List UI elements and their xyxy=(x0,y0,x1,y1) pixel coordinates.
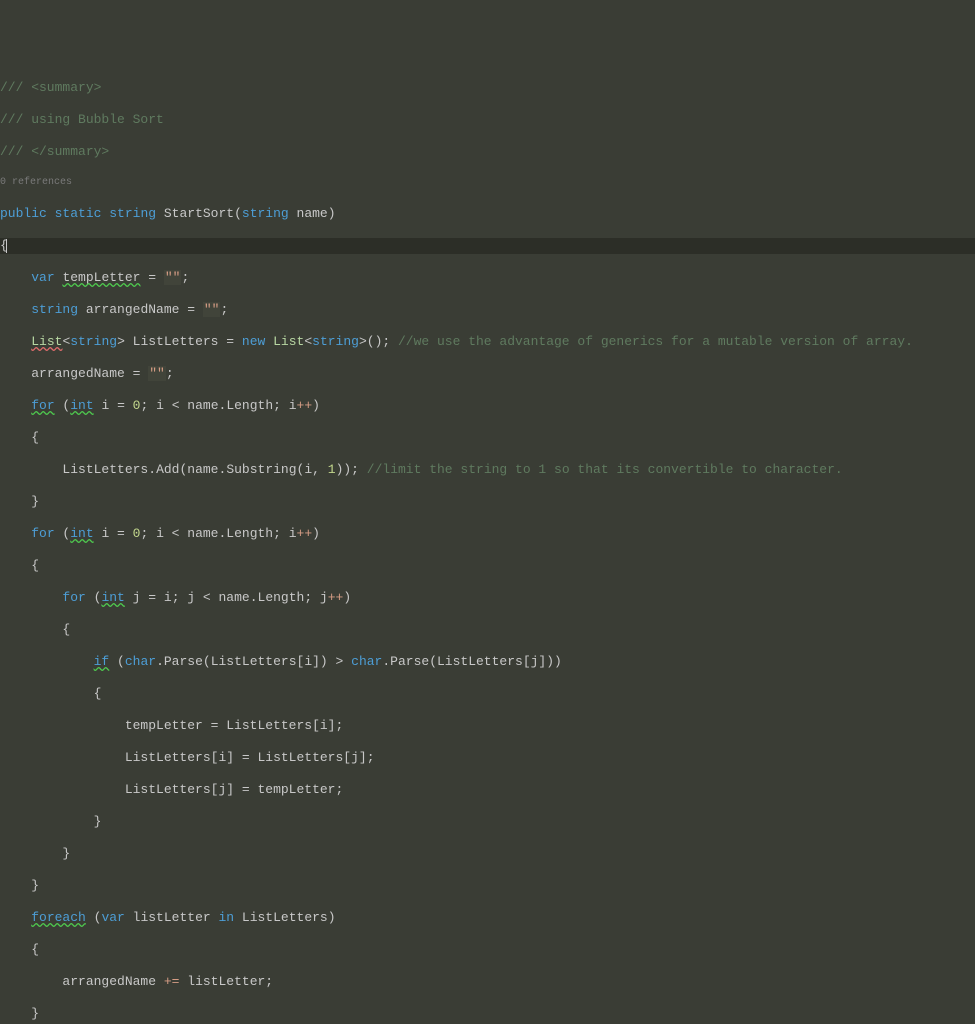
code-line: arrangedName = ""; xyxy=(0,366,975,382)
method-signature: public static string StartSort(string na… xyxy=(0,206,975,222)
code-line: tempLetter = ListLetters[i]; xyxy=(0,718,975,734)
comment: //limit the string to 1 so that its conv… xyxy=(367,462,843,477)
string-literal: "" xyxy=(164,270,182,285)
string-literal: "" xyxy=(148,366,166,381)
code-line: { xyxy=(0,942,975,958)
keyword-if: if xyxy=(94,654,110,669)
code-line: ListLetters[i] = ListLetters[j]; xyxy=(0,750,975,766)
code-line-current: { xyxy=(0,238,975,254)
code-line: arrangedName += listLetter; xyxy=(0,974,975,990)
code-line: /// <summary> xyxy=(0,80,975,96)
code-line: } xyxy=(0,846,975,862)
code-line: /// </summary> xyxy=(0,144,975,160)
code-line: List<string> ListLetters = new List<stri… xyxy=(0,334,975,350)
code-line: foreach (var listLetter in ListLetters) xyxy=(0,910,975,926)
code-line: } xyxy=(0,814,975,830)
code-line: for (int j = i; j < name.Length; j++) xyxy=(0,590,975,606)
code-line: { xyxy=(0,558,975,574)
code-line: { xyxy=(0,622,975,638)
codelens-references[interactable]: 0 references xyxy=(0,176,975,190)
code-line: var tempLetter = ""; xyxy=(0,270,975,286)
code-line: for (int i = 0; i < name.Length; i++) xyxy=(0,526,975,542)
code-line: } xyxy=(0,1006,975,1022)
type-list: List xyxy=(31,334,62,349)
keyword-foreach: foreach xyxy=(31,910,86,925)
code-line: /// using Bubble Sort xyxy=(0,112,975,128)
code-line: ListLetters.Add(name.Substring(i, 1)); /… xyxy=(0,462,975,478)
code-line: } xyxy=(0,878,975,894)
code-line: for (int i = 0; i < name.Length; i++) xyxy=(0,398,975,414)
code-line: if (char.Parse(ListLetters[i]) > char.Pa… xyxy=(0,654,975,670)
xml-doc-comment: /// <summary> xyxy=(0,80,101,95)
code-line: } xyxy=(0,494,975,510)
xml-doc-comment: /// </summary> xyxy=(0,144,109,159)
identifier: tempLetter xyxy=(62,270,140,285)
code-line: ListLetters[j] = tempLetter; xyxy=(0,782,975,798)
code-editor[interactable]: /// <summary> /// using Bubble Sort /// … xyxy=(0,64,975,1024)
xml-doc-comment: /// using Bubble Sort xyxy=(0,112,164,127)
code-line: string arrangedName = ""; xyxy=(0,302,975,318)
string-literal: "" xyxy=(203,302,221,317)
code-line: { xyxy=(0,430,975,446)
code-line: { xyxy=(0,686,975,702)
comment: //we use the advantage of generics for a… xyxy=(398,334,913,349)
keyword-for: for xyxy=(31,398,54,413)
